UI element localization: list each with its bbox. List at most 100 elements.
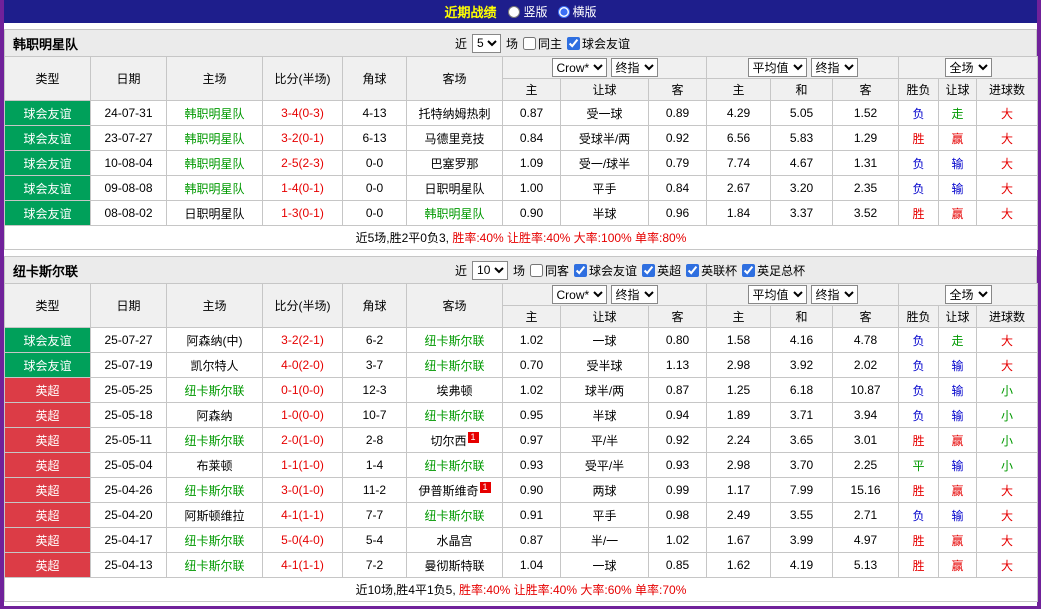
result-cell: 负 (899, 353, 939, 378)
avg-away-cell: 1.31 (833, 151, 899, 176)
away-team-link[interactable]: 日职明星队 (424, 182, 484, 196)
away-team-link[interactable]: 纽卡斯尔联 (424, 359, 484, 373)
date-cell: 25-05-18 (91, 403, 167, 428)
home-team-link[interactable]: 纽卡斯尔联 (184, 484, 244, 498)
view-option-1[interactable]: 横版 (558, 3, 597, 20)
away-team-link[interactable]: 切尔西 (430, 434, 466, 448)
filter-checkbox-input[interactable] (686, 264, 699, 277)
home-team-link[interactable]: 纽卡斯尔联 (184, 384, 244, 398)
sections-container: 韩职明星队近5场同主球会友谊类型日期主场比分(半场)角球客场Crow*终指平均值… (4, 29, 1037, 602)
home-team-link[interactable]: 阿森纳 (196, 409, 232, 423)
home-team-link[interactable]: 韩职明星队 (184, 107, 244, 121)
match-row: 英超25-04-26纽卡斯尔联3-0(1-0)11-2伊普斯维奇10.90两球0… (5, 478, 1038, 503)
score-cell: 3-0(1-0) (263, 478, 343, 503)
league-cell[interactable]: 球会友谊 (5, 126, 91, 151)
away-team-link[interactable]: 纽卡斯尔联 (424, 509, 484, 523)
filter-checkbox-球会友谊[interactable]: 球会友谊 (574, 262, 637, 279)
away-team-link[interactable]: 马德里竞技 (424, 132, 484, 146)
view-option-0[interactable]: 竖版 (508, 3, 547, 20)
odds-away-cell: 0.89 (649, 101, 707, 126)
league-cell[interactable]: 英超 (5, 453, 91, 478)
league-cell[interactable]: 球会友谊 (5, 353, 91, 378)
recent-count-select[interactable]: 10 (472, 261, 508, 280)
topbar: 近期战绩 竖版横版 (4, 0, 1037, 23)
view-mode-radio[interactable] (508, 6, 520, 18)
home-team-link[interactable]: 纽卡斯尔联 (184, 434, 244, 448)
filter-checkbox-英联杯[interactable]: 英联杯 (686, 262, 737, 279)
score-cell: 4-1(1-1) (263, 503, 343, 528)
away-team-link[interactable]: 纽卡斯尔联 (424, 409, 484, 423)
filter-checkbox-input[interactable] (642, 264, 655, 277)
summary-cell: 近10场,胜4平1负5, 胜率:40% 让胜率:40% 大率:60% 单率:70… (5, 578, 1038, 602)
avg-source-select[interactable]: 平均值 (748, 285, 807, 304)
league-cell[interactable]: 球会友谊 (5, 151, 91, 176)
filter-checkbox-input[interactable] (574, 264, 587, 277)
recent-label: 近 (455, 262, 467, 279)
home-team-link[interactable]: 布莱顿 (196, 459, 232, 473)
filter-checkbox-input[interactable] (742, 264, 755, 277)
goals-cell: 小 (977, 453, 1038, 478)
date-cell: 25-04-26 (91, 478, 167, 503)
away-team-cell: 纽卡斯尔联 (407, 328, 503, 353)
home-team-link[interactable]: 阿森纳(中) (187, 334, 243, 348)
date-cell: 25-05-11 (91, 428, 167, 453)
home-team-link[interactable]: 阿斯顿维拉 (184, 509, 244, 523)
filter-checkbox-球会友谊[interactable]: 球会友谊 (567, 35, 630, 52)
avg-source-select[interactable]: 平均值 (748, 58, 807, 77)
col-subheader: 让球 (939, 306, 977, 328)
result-scope-select[interactable]: 全场 (945, 285, 992, 304)
away-team-link[interactable]: 曼彻斯特联 (424, 559, 484, 573)
avg-draw-cell: 6.18 (771, 378, 833, 403)
avg-stage-select[interactable]: 终指 (811, 58, 858, 77)
home-team-link[interactable]: 韩职明星队 (184, 157, 244, 171)
avg-draw-cell: 4.19 (771, 553, 833, 578)
odds-source-select[interactable]: Crow* (552, 58, 607, 77)
filter-checkbox-input[interactable] (567, 37, 580, 50)
league-cell[interactable]: 球会友谊 (5, 201, 91, 226)
filter-checkbox-同客[interactable]: 同客 (530, 262, 569, 279)
away-team-link[interactable]: 纽卡斯尔联 (424, 334, 484, 348)
league-cell[interactable]: 英超 (5, 478, 91, 503)
filter-checkbox-英足总杯[interactable]: 英足总杯 (742, 262, 805, 279)
league-cell[interactable]: 英超 (5, 553, 91, 578)
filter-checkbox-英超[interactable]: 英超 (642, 262, 681, 279)
filter-checkbox-input[interactable] (530, 264, 543, 277)
league-cell[interactable]: 球会友谊 (5, 328, 91, 353)
away-team-link[interactable]: 韩职明星队 (424, 207, 484, 221)
view-mode-radio[interactable] (558, 6, 570, 18)
filter-checkbox-同主[interactable]: 同主 (523, 35, 562, 52)
avg-stage-select[interactable]: 终指 (811, 285, 858, 304)
home-team-link[interactable]: 韩职明星队 (184, 132, 244, 146)
league-cell[interactable]: 英超 (5, 503, 91, 528)
league-cell[interactable]: 英超 (5, 528, 91, 553)
home-team-cell: 阿森纳 (167, 403, 263, 428)
result-scope-select[interactable]: 全场 (945, 58, 992, 77)
odds-home-cell: 0.90 (503, 201, 561, 226)
score-cell: 1-4(0-1) (263, 176, 343, 201)
away-team-link[interactable]: 埃弗顿 (436, 384, 472, 398)
home-team-link[interactable]: 纽卡斯尔联 (184, 534, 244, 548)
odds-stage-select[interactable]: 终指 (611, 285, 658, 304)
odds-source-select[interactable]: Crow* (552, 285, 607, 304)
away-team-cell: 托特纳姆热刺 (407, 101, 503, 126)
league-cell[interactable]: 球会友谊 (5, 101, 91, 126)
away-team-link[interactable]: 纽卡斯尔联 (424, 459, 484, 473)
result-cell: 负 (899, 403, 939, 428)
league-cell[interactable]: 球会友谊 (5, 176, 91, 201)
home-team-link[interactable]: 凯尔特人 (190, 359, 238, 373)
odds-stage-select[interactable]: 终指 (611, 58, 658, 77)
home-team-link[interactable]: 纽卡斯尔联 (184, 559, 244, 573)
away-team-link[interactable]: 托特纳姆热刺 (418, 107, 490, 121)
away-team-link[interactable]: 巴塞罗那 (430, 157, 478, 171)
recent-count-select[interactable]: 5 (472, 34, 501, 53)
league-cell[interactable]: 英超 (5, 428, 91, 453)
filter-checkbox-input[interactable] (523, 37, 536, 50)
home-team-link[interactable]: 韩职明星队 (184, 182, 244, 196)
league-cell[interactable]: 英超 (5, 378, 91, 403)
home-team-link[interactable]: 日职明星队 (184, 207, 244, 221)
away-team-link[interactable]: 伊普斯维奇 (418, 484, 478, 498)
league-cell[interactable]: 英超 (5, 403, 91, 428)
away-team-link[interactable]: 水晶宫 (436, 534, 472, 548)
goals-cell: 小 (977, 428, 1038, 453)
handicap-cell: 球半/两 (561, 378, 649, 403)
